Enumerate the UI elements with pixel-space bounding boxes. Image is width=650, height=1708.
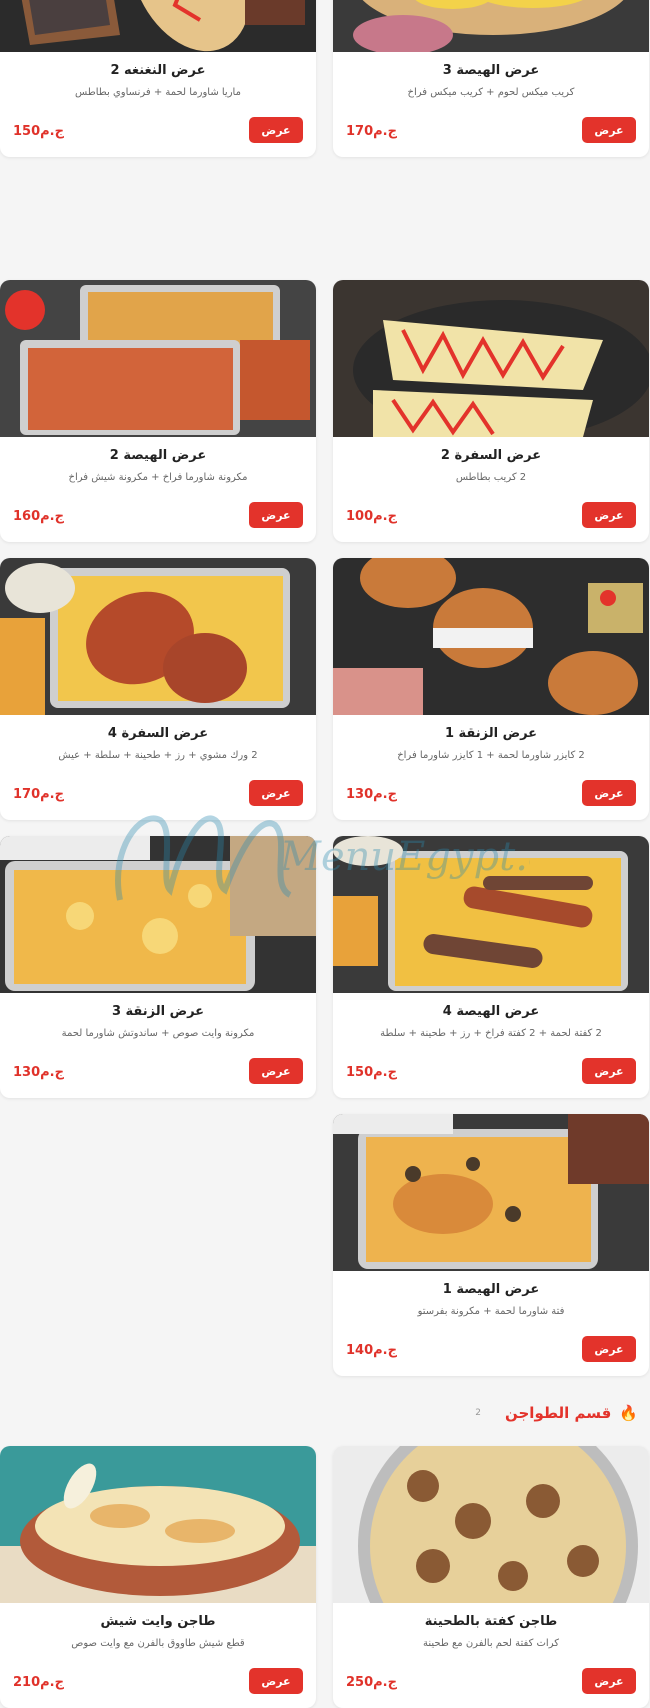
offer-title: عرض الهيصة 2 [109, 448, 207, 463]
offer-title: عرض الهيصة 4 [442, 1004, 540, 1019]
offer-card[interactable]: عرض النغنغه 2 ماريا شاورما لحمة + فرنساو… [0, 0, 316, 157]
section-header: 🔥 قسم الطواجن 2 [475, 1404, 638, 1422]
offer-title: عرض السفرة 2 [440, 448, 542, 463]
offer-card[interactable]: عرض الزنقة 1 2 كايزر شاورما لحمة + 1 كاي… [333, 558, 649, 820]
tagine-price: 250ج.م [346, 1675, 397, 1690]
menu-page: عرض الهيصة 3 كريب ميكس لحوم + كريب ميكس … [0, 0, 650, 1708]
offer-description: 2 ورك مشوي + رز + طحينة + سلطة + عيش [58, 750, 258, 761]
offer-price: 130ج.م [346, 787, 397, 802]
offer-card[interactable]: عرض الهيصة 3 كريب ميكس لحوم + كريب ميكس … [333, 0, 649, 157]
view-offer-button[interactable]: عرض [249, 780, 303, 806]
offer-title: عرض الهيصة 1 [442, 1282, 540, 1297]
view-offer-button[interactable]: عرض [582, 502, 636, 528]
food-image [0, 280, 316, 437]
offer-price: 100ج.م [346, 509, 397, 524]
offer-title: عرض الهيصة 3 [442, 63, 540, 78]
offer-price: 140ج.م [346, 1343, 397, 1358]
offer-description: 2 كفتة لحمة + 2 كفتة فراخ + رز + طحينة +… [380, 1028, 602, 1039]
tagine-title: طاجن كفتة بالطحينة [424, 1614, 558, 1629]
view-offer-button[interactable]: عرض [249, 502, 303, 528]
view-offer-button[interactable]: عرض [582, 117, 636, 143]
food-image [333, 0, 649, 52]
offer-card[interactable]: عرض الهيصة 2 مكرونة شاورما فراخ + مكرونة… [0, 280, 316, 542]
offer-card[interactable]: عرض الهيصة 4 2 كفتة لحمة + 2 كفتة فراخ +… [333, 836, 649, 1098]
offer-price: 170ج.م [346, 124, 397, 139]
offer-title: عرض الزنقة 3 [111, 1004, 205, 1019]
view-offer-button[interactable]: عرض [582, 1336, 636, 1362]
offer-description: كريب ميكس لحوم + كريب ميكس فراخ [407, 87, 575, 98]
offer-description: مكرونة شاورما فراخ + مكرونة شيش فراخ [68, 472, 248, 483]
offer-card[interactable]: عرض الزنقة 3 مكرونة وايت صوص + ساندوتش ش… [0, 836, 316, 1098]
fire-icon: 🔥 [619, 1404, 638, 1422]
food-image [333, 1114, 649, 1271]
offer-title: عرض السفرة 4 [107, 726, 209, 741]
food-image [0, 558, 316, 715]
offer-title: عرض النغنغه 2 [110, 63, 206, 78]
section-title: قسم الطواجن [505, 1404, 612, 1422]
section-item-count: 2 [475, 1408, 481, 1418]
offer-description: ماريا شاورما لحمة + فرنساوي بطاطس [75, 87, 241, 98]
offer-price: 150ج.م [346, 1065, 397, 1080]
view-offer-button[interactable]: عرض [582, 1058, 636, 1084]
food-image [0, 1446, 316, 1603]
view-tagine-button[interactable]: عرض [249, 1668, 303, 1694]
offer-price: 130ج.م [13, 1065, 64, 1080]
food-image [0, 0, 316, 52]
food-image [333, 1446, 649, 1603]
offer-price: 170ج.م [13, 787, 64, 802]
tagine-description: كرات كفتة لحم بالفرن مع طحينة [422, 1638, 559, 1649]
view-tagine-button[interactable]: عرض [582, 1668, 636, 1694]
tagine-title: طاجن وايت شيش [100, 1614, 216, 1629]
food-image [0, 836, 316, 993]
offer-description: مكرونة وايت صوص + ساندوتش شاورما لحمة [61, 1028, 255, 1039]
food-image [333, 280, 649, 437]
offer-description: فتة شاورما لحمة + مكرونة بفرستو [417, 1306, 565, 1317]
tagine-card[interactable]: طاجن كفتة بالطحينة كرات كفتة لحم بالفرن … [333, 1446, 649, 1708]
offer-card[interactable]: عرض السفرة 2 2 كريب بطاطس 100ج.م عرض [333, 280, 649, 542]
offer-price: 160ج.م [13, 509, 64, 524]
tagine-card[interactable]: طاجن وايت شيش قطع شيش طاووق بالفرن مع وا… [0, 1446, 316, 1708]
tagine-description: قطع شيش طاووق بالفرن مع وايت صوص [71, 1638, 245, 1649]
tagine-price: 210ج.م [13, 1675, 64, 1690]
food-image [333, 836, 649, 993]
offer-price: 150ج.م [13, 124, 64, 139]
offer-description: 2 كايزر شاورما لحمة + 1 كايزر شاورما فرا… [397, 750, 585, 761]
offer-card[interactable]: عرض الهيصة 1 فتة شاورما لحمة + مكرونة بف… [333, 1114, 649, 1376]
offer-title: عرض الزنقة 1 [444, 726, 538, 741]
view-offer-button[interactable]: عرض [249, 1058, 303, 1084]
view-offer-button[interactable]: عرض [582, 780, 636, 806]
offer-card[interactable]: عرض السفرة 4 2 ورك مشوي + رز + طحينة + س… [0, 558, 316, 820]
view-offer-button[interactable]: عرض [249, 117, 303, 143]
offer-description: 2 كريب بطاطس [455, 472, 527, 483]
food-image [333, 558, 649, 715]
